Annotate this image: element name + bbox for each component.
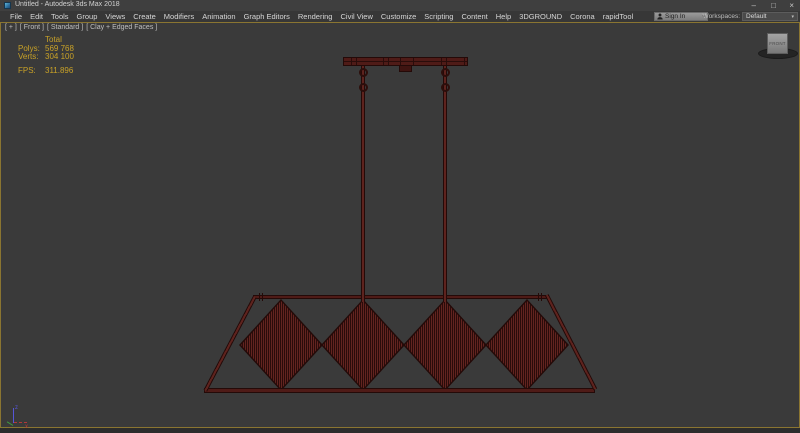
frame-corner-tick	[262, 293, 263, 301]
diamond-slat-fill	[323, 301, 403, 389]
shade-diamond-panel	[239, 299, 323, 391]
menu-create[interactable]: Create	[129, 11, 160, 22]
menu-views[interactable]: Views	[101, 11, 129, 22]
sign-in-button[interactable]: Sign In ▾	[654, 12, 708, 21]
maximize-button[interactable]: □	[771, 1, 776, 10]
minimize-button[interactable]: –	[752, 1, 756, 10]
canopy-segment-line	[400, 58, 401, 65]
chandelier-model[interactable]	[1, 23, 800, 429]
frame-corner-tick	[259, 293, 260, 301]
canopy-segment-line	[351, 58, 352, 65]
diamond-slat-fill	[241, 301, 321, 389]
sign-in-label: Sign In	[665, 13, 685, 20]
canopy-segment-line	[388, 58, 389, 65]
diamond-slat-fill	[405, 301, 485, 389]
chevron-down-icon: ▾	[791, 14, 794, 20]
canopy-segment-line	[446, 58, 447, 65]
workspaces-selected-value: Default	[746, 13, 767, 20]
canopy-center-block	[399, 65, 412, 72]
close-button[interactable]: ×	[789, 1, 794, 10]
shade-diamond-panel	[321, 299, 405, 391]
menu-customize[interactable]: Customize	[377, 11, 420, 22]
frame-corner-tick	[541, 293, 542, 301]
menu-group[interactable]: Group	[73, 11, 102, 22]
frame-corner-tick	[538, 293, 539, 301]
user-icon	[657, 13, 663, 20]
menu-tools[interactable]: Tools	[47, 11, 73, 22]
menu-modifiers[interactable]: Modifiers	[160, 11, 198, 22]
front-viewport[interactable]: [ + ] [ Front ] [ Standard ] [ Clay + Ed…	[0, 22, 800, 428]
rod-ring-connector	[441, 83, 450, 92]
frame-bottom-rail	[204, 388, 595, 393]
workspaces-label: Workspaces:	[703, 13, 740, 20]
window-title: Untitled - Autodesk 3ds Max 2018	[15, 1, 120, 8]
status-bar-edge	[0, 428, 800, 433]
menu-3dground[interactable]: 3DGROUND	[515, 11, 566, 22]
frame-top-rail	[253, 295, 547, 299]
title-bar: Untitled - Autodesk 3ds Max 2018 – □ ×	[0, 0, 800, 11]
menu-content[interactable]: Content	[457, 11, 491, 22]
hanger-rod-right	[443, 65, 447, 302]
canopy-segment-line	[441, 58, 442, 65]
menu-help[interactable]: Help	[492, 11, 515, 22]
menu-items: File Edit Tools Group Views Create Modif…	[6, 11, 637, 22]
menu-edit[interactable]: Edit	[26, 11, 47, 22]
hanger-rod-left	[361, 65, 365, 302]
rod-ring-connector	[359, 83, 368, 92]
menu-animation[interactable]: Animation	[198, 11, 239, 22]
canopy-segment-line	[383, 58, 384, 65]
canopy-segment-line	[356, 58, 357, 65]
menu-civil-view[interactable]: Civil View	[336, 11, 376, 22]
menu-file[interactable]: File	[6, 11, 26, 22]
shade-diamond-panel	[403, 299, 487, 391]
menu-bar: File Edit Tools Group Views Create Modif…	[0, 11, 800, 22]
rod-ring-connector	[359, 68, 368, 77]
workspaces-dropdown[interactable]: Default ▾	[742, 12, 798, 21]
menu-rendering[interactable]: Rendering	[294, 11, 337, 22]
menu-rapidtool[interactable]: rapidTool	[599, 11, 637, 22]
menu-corona[interactable]: Corona	[566, 11, 599, 22]
canopy-segment-line	[464, 58, 465, 65]
rod-ring-connector	[441, 68, 450, 77]
menu-scripting[interactable]: Scripting	[420, 11, 457, 22]
canopy-segment-line	[413, 58, 414, 65]
3ds-max-app-icon	[4, 2, 11, 9]
menu-graph-editors[interactable]: Graph Editors	[240, 11, 294, 22]
3ds-max-window: Untitled - Autodesk 3ds Max 2018 – □ × F…	[0, 0, 800, 433]
